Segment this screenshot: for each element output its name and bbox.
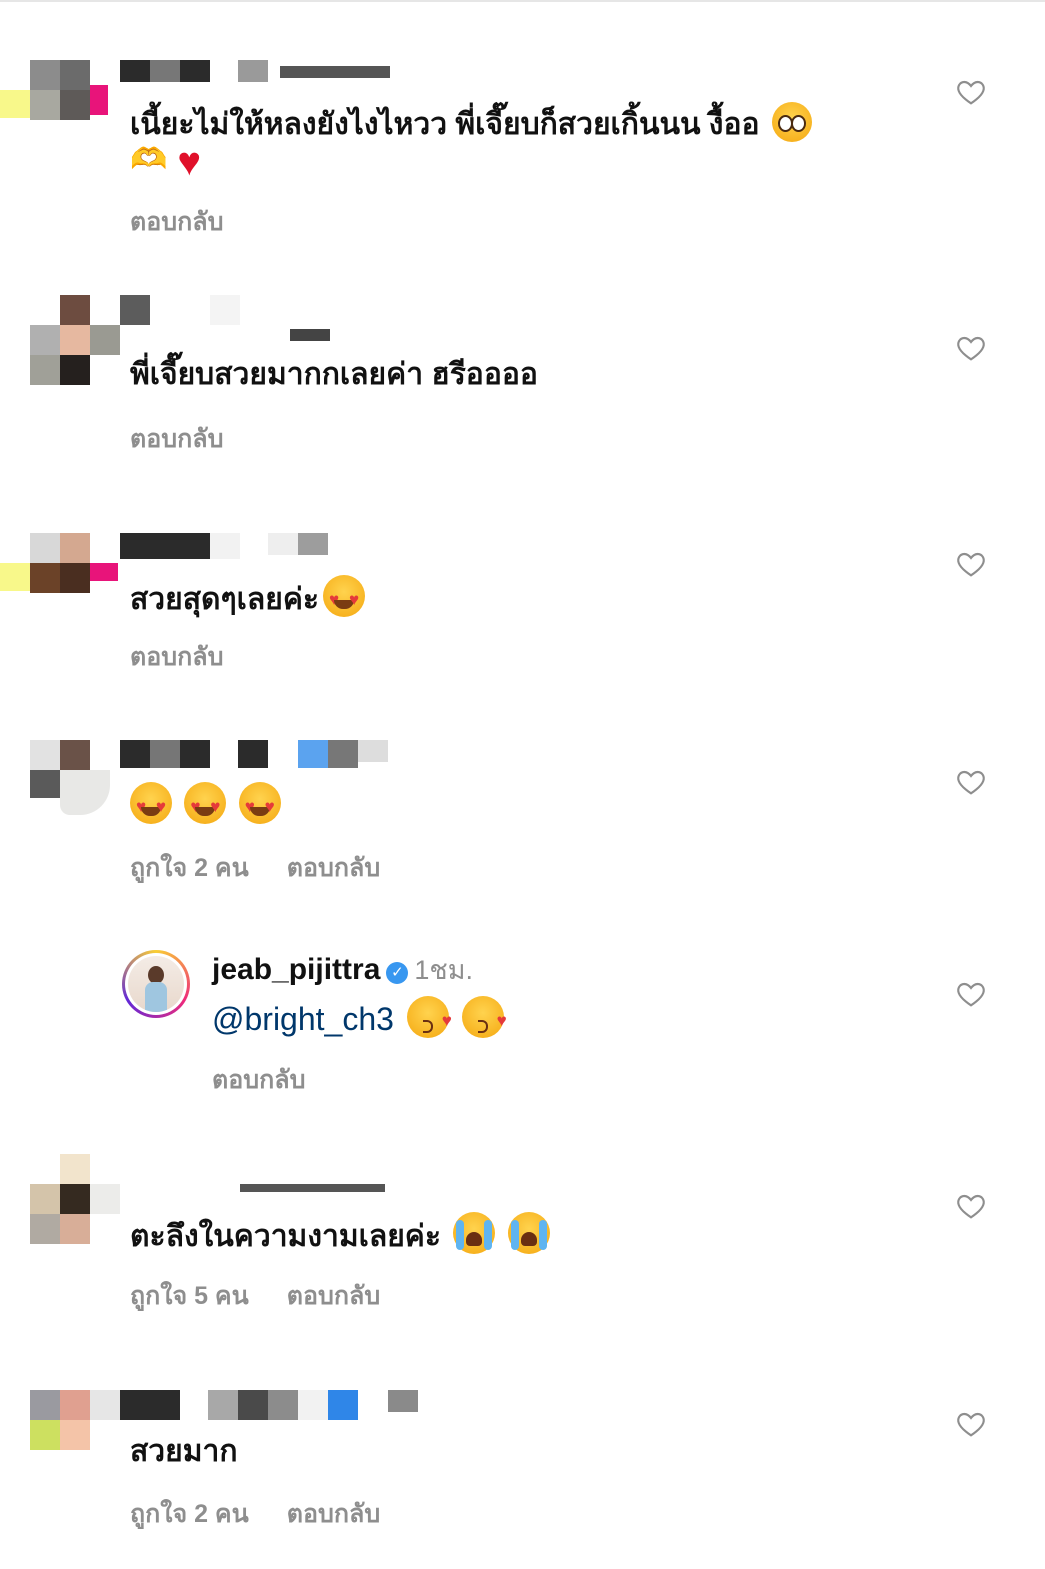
likes-count[interactable]: ถูกใจ 2 คน xyxy=(130,854,249,882)
comment-meta: ตอบกลับ xyxy=(130,202,261,242)
face-blowing-kiss-emoji xyxy=(461,996,507,1041)
comment-text: ตะลึงในความงามเลยค่ะ xyxy=(130,1212,550,1257)
comment-meta: ตอบกลับ xyxy=(130,419,261,459)
comment-text-line-2: 🫶 ♥ xyxy=(130,140,201,182)
likes-count[interactable]: ถูกใจ 2 คน xyxy=(130,1500,249,1528)
likes-count[interactable]: ถูกใจ 5 คน xyxy=(130,1282,249,1310)
reply-text: @bright_ch3 xyxy=(212,996,507,1041)
reply-header: jeab_pijittra ✓ 1ชม. xyxy=(212,950,473,990)
reply-button[interactable]: ตอบกลับ xyxy=(287,1282,380,1310)
heart-eyes-emoji xyxy=(184,782,227,827)
avatar[interactable] xyxy=(30,1390,120,1480)
avatar[interactable] xyxy=(30,295,150,385)
reply-username[interactable]: jeab_pijittra xyxy=(212,953,380,986)
heart-eyes-emoji xyxy=(130,782,172,827)
avatar[interactable] xyxy=(122,950,190,1018)
comment-meta: ถูกใจ 5 คน ตอบกลับ xyxy=(130,1276,418,1316)
avatar[interactable] xyxy=(0,533,118,623)
divider xyxy=(0,0,1045,2)
verified-badge-icon: ✓ xyxy=(386,962,409,984)
username-blurred[interactable] xyxy=(120,533,330,559)
comment-text: เนี้ยะไม่ให้หลงยังไงไหวว พี่เจี๊ยบก็สวยเ… xyxy=(130,102,812,145)
loudly-crying-face-emoji xyxy=(453,1212,496,1254)
reply-button[interactable]: ตอบกลับ xyxy=(130,643,223,671)
reply-button[interactable]: ตอบกลับ xyxy=(287,1500,380,1528)
avatar[interactable] xyxy=(0,60,118,150)
heart-outline-icon[interactable] xyxy=(955,332,987,364)
heart-outline-icon[interactable] xyxy=(955,548,987,580)
reply-button[interactable]: ตอบกลับ xyxy=(212,1066,305,1094)
heart-eyes-emoji xyxy=(238,782,281,827)
heart-outline-icon[interactable] xyxy=(955,76,987,108)
comment-text: พี่เจี๊ยบสวยมากกเลยค่า ฮรีออออ xyxy=(130,358,538,391)
heart-outline-icon[interactable] xyxy=(955,1408,987,1440)
face-blowing-kiss-emoji xyxy=(406,996,452,1041)
comment-text xyxy=(130,782,281,827)
username-blurred[interactable] xyxy=(120,740,390,768)
reply-button[interactable]: ตอบกลับ xyxy=(130,208,223,236)
mention-link[interactable]: @bright_ch3 xyxy=(212,1001,394,1037)
avatar[interactable] xyxy=(30,1154,120,1244)
heart-outline-icon[interactable] xyxy=(955,978,987,1010)
username-blurred[interactable] xyxy=(120,1390,430,1420)
avatar[interactable] xyxy=(30,740,118,830)
reply-meta: ตอบกลับ xyxy=(212,1060,343,1100)
heart-outline-icon[interactable] xyxy=(955,1190,987,1222)
heart-hands-emoji: 🫶 xyxy=(130,143,168,176)
reply-timestamp: 1ชม. xyxy=(414,955,474,985)
pleading-face-emoji xyxy=(771,102,812,142)
red-heart-emoji: ♥ xyxy=(177,140,202,184)
username-blurred[interactable] xyxy=(210,295,420,341)
username-blurred[interactable] xyxy=(120,60,390,84)
comment-meta: ถูกใจ 2 คน ตอบกลับ xyxy=(130,1494,418,1534)
comment-text: สวยสุดๆเลยค่ะ xyxy=(130,575,366,620)
reply-button[interactable]: ตอบกลับ xyxy=(287,854,380,882)
heart-outline-icon[interactable] xyxy=(955,766,987,798)
heart-eyes-emoji xyxy=(323,575,366,620)
comment-text: สวยมาก xyxy=(130,1435,238,1468)
username-blurred[interactable] xyxy=(160,1154,390,1192)
reply-button[interactable]: ตอบกลับ xyxy=(130,425,223,453)
comment-meta: ถูกใจ 2 คน ตอบกลับ xyxy=(130,848,418,888)
loudly-crying-face-emoji xyxy=(507,1212,550,1254)
comment-meta: ตอบกลับ xyxy=(130,637,261,677)
